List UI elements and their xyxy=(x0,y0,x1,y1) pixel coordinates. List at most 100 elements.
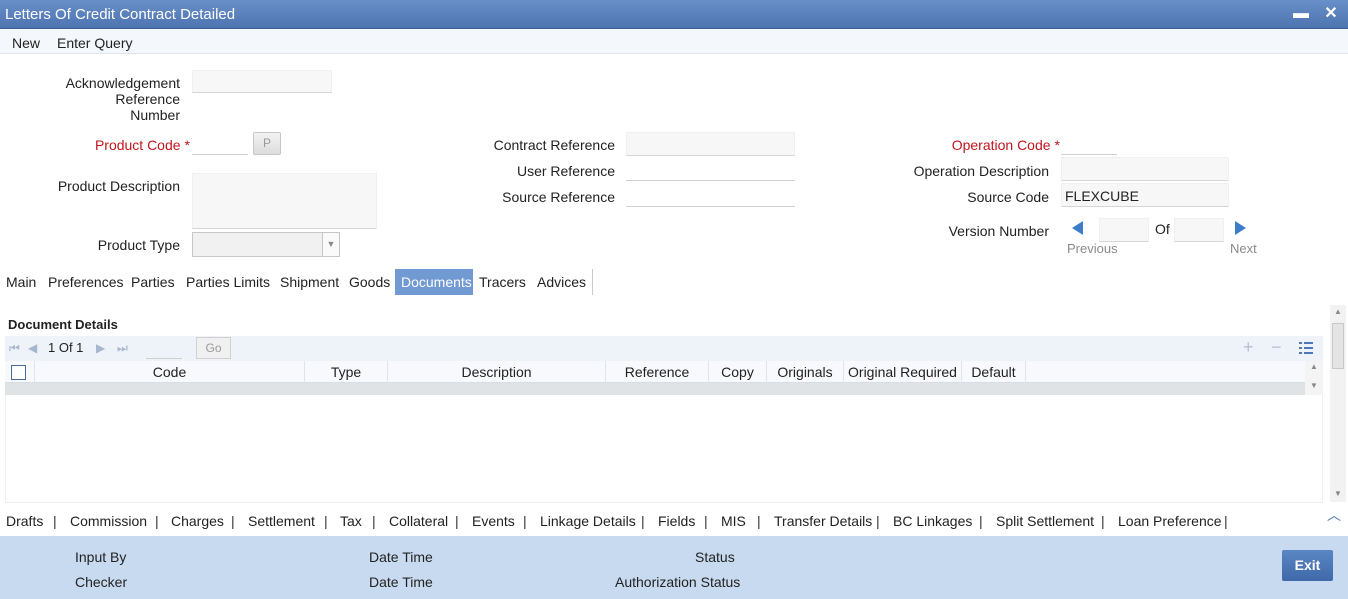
link-separator: | xyxy=(372,513,376,529)
contract-reference-input[interactable] xyxy=(626,132,795,156)
tab-documents[interactable]: Documents xyxy=(395,269,479,295)
link-tax[interactable]: Tax xyxy=(340,513,362,529)
list-view-icon[interactable] xyxy=(1299,341,1313,355)
page-scroll-down-icon[interactable]: ▼ xyxy=(1334,489,1342,498)
column-code[interactable]: Code xyxy=(35,361,305,383)
version-number-label: Version Number xyxy=(948,223,1049,239)
tab-goods[interactable]: Goods xyxy=(343,269,398,295)
collapse-chevron-icon[interactable]: ︿ xyxy=(1327,505,1341,525)
product-type-label: Product Type xyxy=(97,237,180,253)
link-linkage-details[interactable]: Linkage Details xyxy=(540,513,636,529)
menu-enter-query[interactable]: Enter Query xyxy=(57,35,132,51)
delete-row-icon[interactable]: − xyxy=(1271,337,1282,358)
menu-new[interactable]: New xyxy=(12,35,40,51)
exit-button[interactable]: Exit xyxy=(1282,550,1333,581)
operation-code-input[interactable] xyxy=(1061,131,1117,155)
grid-scrollbar[interactable]: ▲ ▼ xyxy=(1305,361,1323,395)
link-separator: | xyxy=(641,513,645,529)
documents-grid-header: Code Type Description Reference Copy Ori… xyxy=(5,361,1305,383)
product-description-textarea[interactable] xyxy=(192,173,377,229)
product-code-input[interactable] xyxy=(192,131,248,155)
first-page-icon[interactable]: ⏮ xyxy=(9,341,20,356)
source-reference-label: Source Reference xyxy=(502,189,615,205)
link-separator: | xyxy=(53,513,57,529)
table-row[interactable] xyxy=(5,383,1305,395)
product-code-label: Product Code * xyxy=(94,137,190,153)
link-separator: | xyxy=(704,513,708,529)
last-page-icon[interactable]: ⏭ xyxy=(117,341,128,356)
page-scroll-up-icon[interactable]: ▲ xyxy=(1334,307,1342,316)
link-separator: | xyxy=(757,513,761,529)
column-description[interactable]: Description xyxy=(388,361,606,383)
link-separator: | xyxy=(1101,513,1105,529)
menu-bar: New Enter Query xyxy=(0,29,1348,54)
scroll-up-icon[interactable]: ▲ xyxy=(1310,362,1318,371)
tab-tracers[interactable]: Tracers xyxy=(473,269,533,295)
link-split-settlement[interactable]: Split Settlement xyxy=(996,513,1094,529)
link-transfer-details[interactable]: Transfer Details xyxy=(774,513,872,529)
prev-page-icon[interactable]: ◀ xyxy=(28,341,37,355)
date-time-label-1: Date Time xyxy=(369,549,433,565)
page-number-input[interactable] xyxy=(146,337,182,359)
source-code-value: FLEXCUBE xyxy=(1065,188,1139,204)
add-row-icon[interactable]: + xyxy=(1243,337,1254,358)
previous-label: Previous xyxy=(1067,241,1118,256)
user-reference-label: User Reference xyxy=(516,163,615,179)
tab-parties[interactable]: Parties xyxy=(125,269,182,295)
link-drafts[interactable]: Drafts xyxy=(6,513,43,529)
link-charges[interactable]: Charges xyxy=(171,513,224,529)
link-bc-linkages[interactable]: BC Linkages xyxy=(893,513,972,529)
next-arrow-icon[interactable] xyxy=(1232,219,1248,237)
link-mis[interactable]: MIS xyxy=(721,513,746,529)
link-fields[interactable]: Fields xyxy=(658,513,695,529)
chevron-down-icon: ▼ xyxy=(322,233,339,256)
audit-footer: Input By Checker Date Time Date Time Sta… xyxy=(0,536,1348,599)
link-commission[interactable]: Commission xyxy=(70,513,147,529)
product-lov-button[interactable]: P xyxy=(253,132,281,155)
page-scroll-thumb[interactable] xyxy=(1332,323,1344,369)
version-total-input[interactable] xyxy=(1174,218,1224,242)
operation-description-input[interactable] xyxy=(1061,157,1229,181)
source-code-label: Source Code xyxy=(967,189,1049,205)
subsystem-link-bar: Drafts | Commission | Charges | Settleme… xyxy=(0,505,1348,536)
link-separator: | xyxy=(231,513,235,529)
source-reference-input[interactable] xyxy=(626,183,795,207)
tab-main[interactable]: Main xyxy=(0,269,44,295)
product-type-select[interactable]: ▼ xyxy=(192,232,340,257)
date-time-label-2: Date Time xyxy=(369,574,433,590)
ack-ref-input[interactable] xyxy=(192,70,332,93)
column-original-required[interactable]: Original Required xyxy=(844,361,962,383)
previous-arrow-icon[interactable] xyxy=(1070,219,1086,237)
checker-label: Checker xyxy=(75,574,128,590)
input-by-label: Input By xyxy=(75,549,127,565)
link-settlement[interactable]: Settlement xyxy=(248,513,315,529)
user-reference-input[interactable] xyxy=(626,157,795,181)
page-scrollbar[interactable]: ▲ ▼ xyxy=(1330,305,1346,502)
pager-text: 1 Of 1 xyxy=(48,340,84,355)
tab-shipment[interactable]: Shipment xyxy=(274,269,347,295)
go-button[interactable]: Go xyxy=(196,337,231,359)
column-default[interactable]: Default xyxy=(962,361,1026,383)
close-icon[interactable]: ✕ xyxy=(1322,4,1340,24)
window-title-bar: Letters Of Credit Contract Detailed ▬ ✕ xyxy=(0,0,1348,29)
ack-ref-label: Acknowledgement Reference Number xyxy=(65,75,180,123)
tab-parties-limits[interactable]: Parties Limits xyxy=(180,269,278,295)
link-collateral[interactable]: Collateral xyxy=(389,513,448,529)
column-copy[interactable]: Copy xyxy=(709,361,767,383)
status-label: Status xyxy=(695,549,735,565)
column-reference[interactable]: Reference xyxy=(606,361,709,383)
column-originals[interactable]: Originals xyxy=(767,361,844,383)
select-all-checkbox[interactable] xyxy=(11,365,26,380)
version-current-input[interactable] xyxy=(1099,218,1149,242)
source-code-input[interactable]: FLEXCUBE xyxy=(1061,183,1229,207)
tab-advices[interactable]: Advices xyxy=(531,269,594,295)
documents-grid-body xyxy=(5,395,1323,503)
link-events[interactable]: Events xyxy=(472,513,515,529)
select-all-cell xyxy=(5,361,35,383)
link-loan-preference[interactable]: Loan Preference xyxy=(1118,513,1222,529)
next-page-icon[interactable]: ▶ xyxy=(96,341,105,355)
minimize-icon[interactable]: ▬ xyxy=(1292,4,1310,24)
column-type[interactable]: Type xyxy=(305,361,388,383)
scroll-down-icon[interactable]: ▼ xyxy=(1310,381,1318,390)
tab-preferences[interactable]: Preferences xyxy=(42,269,131,295)
